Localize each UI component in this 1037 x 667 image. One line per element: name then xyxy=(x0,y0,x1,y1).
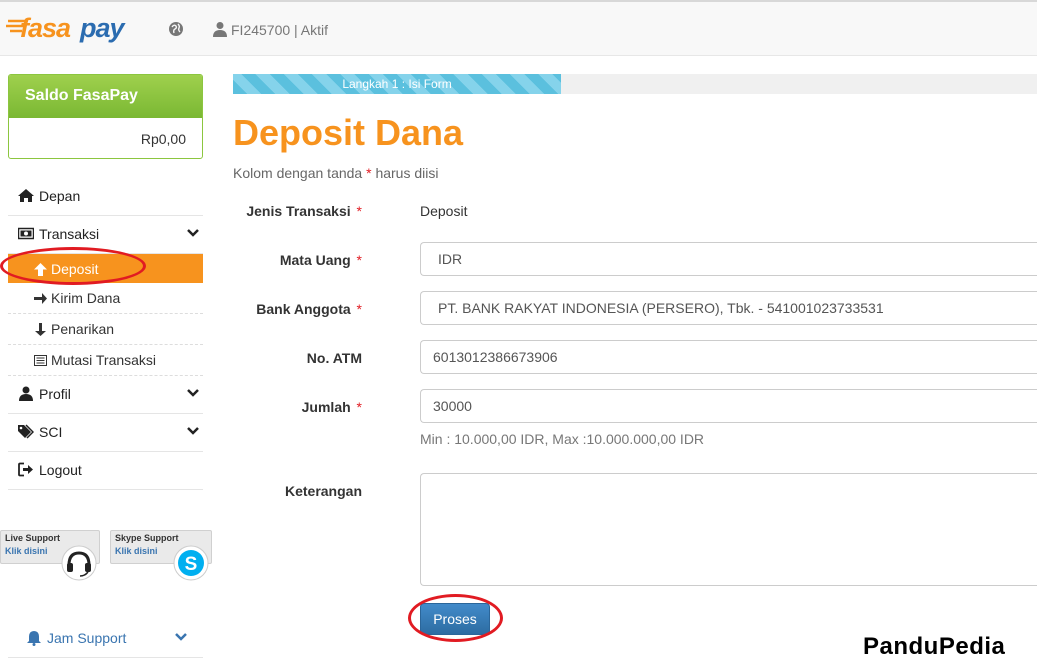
sidebar-item-label: SCI xyxy=(39,424,63,440)
required-mark: * xyxy=(356,252,362,268)
money-icon xyxy=(18,227,34,240)
bell-icon xyxy=(27,631,41,646)
jam-support-toggle[interactable]: Jam Support xyxy=(8,620,203,658)
jenis-transaksi-value: Deposit xyxy=(420,203,468,219)
balance-value: Rp0,00 xyxy=(140,131,186,147)
user-icon xyxy=(213,22,227,37)
step-progress-bar: Langkah 1 : Isi Form xyxy=(233,74,1037,94)
required-note-text: harus diisi xyxy=(371,165,439,181)
required-mark: * xyxy=(356,399,362,415)
mata-uang-select[interactable]: IDR xyxy=(420,242,1037,276)
keterangan-label: Keterangan xyxy=(0,483,370,499)
live-support-title: Live Support xyxy=(5,533,61,543)
bank-anggota-label: Bank Anggota * xyxy=(0,301,370,317)
proses-button[interactable]: Proses xyxy=(420,603,490,635)
account-status: FI245700 | Aktif xyxy=(231,22,329,38)
mata-uang-label: Mata Uang * xyxy=(0,252,370,268)
bank-anggota-select[interactable]: PT. BANK RAKYAT INDONESIA (PERSERO), Tbk… xyxy=(420,291,1037,325)
arrow-down-icon xyxy=(35,323,46,336)
fasapay-logo[interactable]: fasa pay xyxy=(6,12,146,48)
svg-text:pay: pay xyxy=(79,13,127,43)
jenis-transaksi-label: Jenis Transaksi * xyxy=(0,203,370,219)
label-text: No. ATM xyxy=(306,350,362,366)
no-atm-input[interactable]: 6013012386673906 xyxy=(420,340,1037,374)
skype-support-title: Skype Support xyxy=(115,533,179,543)
sidebar-item-label: Transaksi xyxy=(39,226,100,242)
page-title: Deposit Dana xyxy=(233,112,464,153)
top-navbar: fasa pay FI245700 | Aktif xyxy=(0,0,1037,56)
home-icon xyxy=(18,189,34,202)
chevron-down-icon[interactable] xyxy=(187,228,199,238)
required-mark: * xyxy=(356,203,362,219)
sidebar-menu: Depan Transaksi Deposit Kirim Dana Penar… xyxy=(8,178,203,490)
chevron-down-icon[interactable] xyxy=(175,632,187,642)
skype-support-box[interactable]: Skype Support Klik disini S xyxy=(110,530,212,581)
chevron-down-icon[interactable] xyxy=(187,426,199,436)
keterangan-textarea[interactable] xyxy=(420,473,1037,586)
step-progress-fill: Langkah 1 : Isi Form xyxy=(233,74,562,94)
sidebar-item-label: Logout xyxy=(39,462,82,478)
required-mark: * xyxy=(356,301,362,317)
sidebar-subitem-penarikan[interactable]: Penarikan xyxy=(8,314,203,345)
sidebar-item-transaksi[interactable]: Transaksi xyxy=(8,216,203,254)
chevron-down-icon[interactable] xyxy=(187,388,199,398)
jam-support-label: Jam Support xyxy=(47,630,127,646)
tags-icon xyxy=(18,424,34,439)
logout-icon xyxy=(18,462,33,477)
label-text: Jenis Transaksi xyxy=(246,203,351,219)
label-text: Keterangan xyxy=(284,483,362,499)
skype-support-link[interactable]: Klik disini xyxy=(115,546,158,556)
label-text: Bank Anggota xyxy=(256,301,351,317)
svg-text:S: S xyxy=(185,554,198,575)
sidebar-item-label: Depan xyxy=(39,188,81,204)
label-text: Mata Uang xyxy=(279,252,351,268)
sidebar-item-sci[interactable]: SCI xyxy=(8,414,203,452)
required-fields-note: Kolom dengan tanda * harus diisi xyxy=(233,165,438,181)
jumlah-hint: Min : 10.000,00 IDR, Max :10.000.000,00 … xyxy=(420,431,705,447)
svg-text:fasa: fasa xyxy=(20,13,71,43)
required-note-text: Kolom dengan tanda xyxy=(233,165,367,181)
balance-title: Saldo FasaPay xyxy=(9,75,202,118)
live-support-box[interactable]: Live Support Klik disini xyxy=(0,530,100,581)
headset-icon xyxy=(61,545,97,581)
jumlah-input[interactable]: 30000 xyxy=(420,389,1037,423)
sidebar-subitem-label: Penarikan xyxy=(51,321,115,337)
live-support-link[interactable]: Klik disini xyxy=(5,546,48,556)
globe-icon[interactable] xyxy=(168,21,184,37)
watermark: PanduPedia xyxy=(863,633,1006,660)
balance-panel: Saldo FasaPay Rp0,00 xyxy=(8,74,203,159)
jumlah-label: Jumlah * xyxy=(0,399,370,415)
label-text: Jumlah xyxy=(301,399,351,415)
skype-icon: S xyxy=(173,545,209,581)
no-atm-label: No. ATM xyxy=(0,350,370,366)
